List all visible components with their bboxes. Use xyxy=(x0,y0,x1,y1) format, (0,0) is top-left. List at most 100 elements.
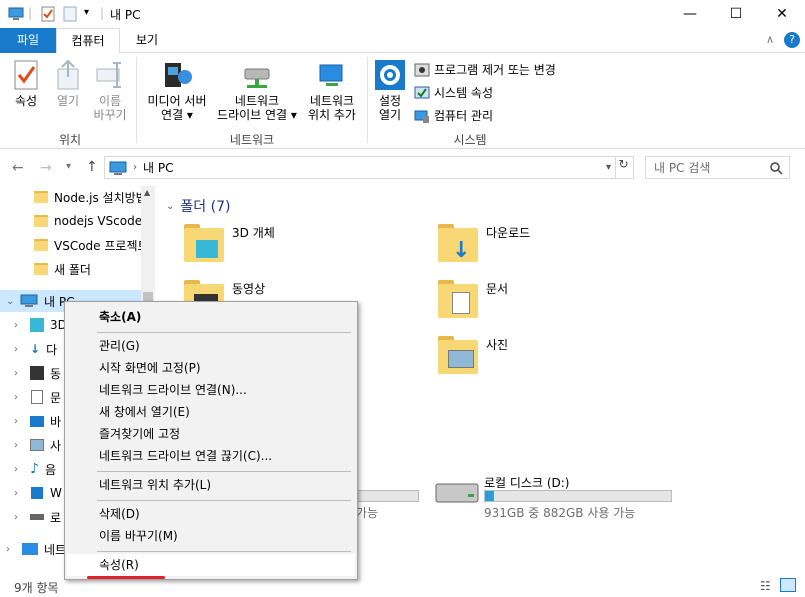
chevron-right-icon[interactable]: › xyxy=(6,544,16,555)
nav-item-desktop[interactable]: › 바 xyxy=(14,410,61,432)
tab-file[interactable]: 파일 xyxy=(0,28,56,53)
menu-item-map-drive[interactable]: 네트워크 드라이브 연결(N)... xyxy=(67,379,355,401)
window-title: 내 PC xyxy=(110,8,141,22)
pictures-folder-icon xyxy=(438,336,478,374)
chevron-right-icon[interactable]: › xyxy=(14,416,24,427)
menu-item-delete[interactable]: 삭제(D) xyxy=(67,503,355,525)
address-dropdown-icon[interactable]: ▾ xyxy=(606,162,611,173)
add-network-location-button[interactable]: 네트워크 위치 추가 xyxy=(302,59,362,122)
forward-arrow-icon[interactable]: → xyxy=(40,160,52,176)
menu-item-collapse[interactable]: 축소(A) xyxy=(67,306,355,328)
breadcrumb-chevron-icon[interactable]: › xyxy=(133,162,137,173)
folder-documents[interactable]: 문서 xyxy=(438,280,508,318)
menu-item-properties[interactable]: 속성(R) xyxy=(67,554,355,576)
rename-button[interactable]: 이름 바꾸기 xyxy=(90,59,130,122)
nav-item-documents[interactable]: › 문 xyxy=(14,386,61,408)
media-server-button[interactable]: 미디어 서버 연결 ▾ xyxy=(142,59,212,122)
minimize-button[interactable]: — xyxy=(667,0,713,28)
new-folder-quick-icon[interactable] xyxy=(62,6,78,22)
folders-section-header[interactable]: ⌄ 폴더 (7) xyxy=(166,196,230,216)
music-note-icon: ♪ xyxy=(30,461,39,477)
nav-item-windows-drive[interactable]: › W xyxy=(14,482,62,504)
this-pc-icon xyxy=(109,161,127,175)
nav-item-quick-3[interactable]: 새 폴더 xyxy=(34,258,91,280)
folder-icon xyxy=(34,215,48,227)
ribbon-tabs: 파일 컴퓨터 보기 ∧ ? xyxy=(0,28,805,54)
help-icon[interactable]: ? xyxy=(784,32,800,48)
network-drive-icon xyxy=(244,68,270,88)
chevron-down-icon[interactable]: ⌄ xyxy=(6,296,16,307)
chevron-down-icon[interactable]: ⌄ xyxy=(166,201,174,212)
refresh-icon[interactable]: ↻ xyxy=(615,157,631,178)
group-system-label: 시스템 xyxy=(453,133,487,147)
computer-management-button[interactable]: 컴퓨터 관리 xyxy=(414,107,493,124)
network-location-icon xyxy=(319,64,343,86)
recent-locations-icon[interactable]: ▾ xyxy=(66,161,71,172)
customize-quick-access-icon[interactable]: ▾ xyxy=(84,7,89,18)
chevron-right-icon[interactable]: › xyxy=(14,344,24,355)
menu-item-open-new-window[interactable]: 새 창에서 열기(E) xyxy=(67,401,355,423)
nav-item-quick-1[interactable]: nodejs VScode xyxy=(34,210,142,232)
annotation-underline xyxy=(87,576,165,579)
open-button[interactable]: 열기 xyxy=(50,59,86,108)
folder-3d-objects[interactable]: 3D 개체 xyxy=(184,224,275,262)
menu-item-rename[interactable]: 이름 바꾸기(M) xyxy=(67,525,355,547)
chevron-right-icon[interactable]: › xyxy=(14,488,24,499)
menu-item-pin-start[interactable]: 시작 화면에 고정(P) xyxy=(67,357,355,379)
chevron-right-icon[interactable]: › xyxy=(14,512,24,523)
chevron-right-icon[interactable]: › xyxy=(14,464,24,475)
downloads-folder-icon: ↓ xyxy=(438,224,478,263)
details-view-icon[interactable]: ☷ xyxy=(760,579,771,593)
nav-item-downloads[interactable]: › ↓ 다 xyxy=(14,338,57,360)
document-icon xyxy=(31,390,43,404)
up-arrow-icon[interactable]: ↑ xyxy=(86,159,98,175)
chevron-right-icon[interactable]: › xyxy=(14,392,24,403)
breadcrumb-this-pc[interactable]: 내 PC xyxy=(143,159,173,176)
folder-pictures[interactable]: 사진 xyxy=(438,336,508,374)
scroll-up-icon[interactable]: ▲ xyxy=(144,188,150,197)
video-icon xyxy=(30,366,44,380)
nav-item-quick-2[interactable]: VSCode 프로젝트 xyxy=(34,234,149,256)
nav-item-3d[interactable]: › 3D xyxy=(14,314,67,336)
uninstall-program-button[interactable]: 프로그램 제거 또는 변경 xyxy=(414,61,556,78)
map-network-drive-button[interactable]: 네트워크 드라이브 연결 ▾ xyxy=(212,59,302,122)
drive-d[interactable] xyxy=(434,476,480,506)
maximize-button[interactable]: ☐ xyxy=(713,0,759,28)
folder-icon xyxy=(34,263,48,275)
address-bar[interactable]: › 내 PC ▾ ↻ xyxy=(104,156,634,179)
large-icons-view-icon[interactable] xyxy=(780,578,796,592)
desktop-icon xyxy=(30,415,44,427)
nav-item-quick-0[interactable]: Node.js 설치방법 xyxy=(34,186,147,208)
tab-computer[interactable]: 컴퓨터 xyxy=(56,28,120,54)
nav-item-music[interactable]: › ♪ 음 xyxy=(14,458,56,480)
system-properties-button[interactable]: 시스템 속성 xyxy=(414,84,493,101)
search-input[interactable]: 내 PC 검색 xyxy=(645,156,790,179)
menu-item-add-network-location[interactable]: 네트워크 위치 추가(L) xyxy=(67,474,355,496)
chevron-right-icon[interactable]: › xyxy=(14,440,24,451)
tab-view[interactable]: 보기 xyxy=(124,28,170,53)
folder-icon xyxy=(34,191,48,203)
drive-icon xyxy=(30,514,44,520)
menu-item-pin-quick-access[interactable]: 즐겨찾기에 고정 xyxy=(67,423,355,445)
menu-item-manage[interactable]: 관리(G) xyxy=(67,335,355,357)
folder-downloads[interactable]: ↓ 다운로드 xyxy=(438,224,530,263)
collapse-ribbon-icon[interactable]: ∧ xyxy=(766,33,774,46)
pictures-icon xyxy=(30,439,44,451)
chevron-right-icon[interactable]: › xyxy=(14,368,24,379)
search-icon xyxy=(770,161,783,175)
open-settings-button[interactable]: 설정 열기 xyxy=(372,59,408,122)
ribbon: 속성 열기 이름 바꾸기 위치 미디어 서버 연결 ▾ 네트워크 드라이브 연결… xyxy=(0,53,805,149)
close-button[interactable]: ✕ xyxy=(759,0,805,28)
title-bar: | ▾ | 내 PC — ☐ ✕ xyxy=(0,0,805,28)
nav-item-local-disk[interactable]: › 로 xyxy=(14,506,61,528)
computer-management-icon xyxy=(414,110,429,123)
chevron-right-icon[interactable]: › xyxy=(14,320,24,331)
folder-icon xyxy=(34,239,48,251)
menu-item-disconnect-drive[interactable]: 네트워크 드라이브 연결 끊기(C)... xyxy=(67,445,355,467)
group-network-label: 네트워크 xyxy=(229,133,275,147)
back-arrow-icon[interactable]: ← xyxy=(12,160,24,176)
properties-quick-icon[interactable] xyxy=(40,6,56,22)
properties-button[interactable]: 속성 xyxy=(6,59,46,108)
nav-item-pictures[interactable]: › 사 xyxy=(14,434,61,456)
nav-item-videos[interactable]: › 동 xyxy=(14,362,61,384)
